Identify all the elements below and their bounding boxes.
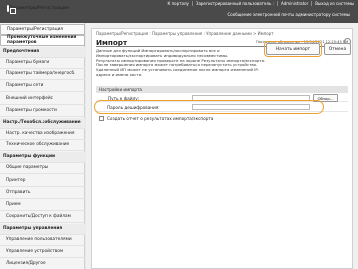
sidebar-item-user-management[interactable]: Управление пользователями <box>0 235 85 246</box>
sidebar-item-send[interactable]: Отправить <box>0 188 85 199</box>
sidebar-item-paper[interactable]: Параметры бумаги <box>0 58 85 69</box>
report-checkbox[interactable] <box>99 116 104 121</box>
sidebar-item-receive[interactable]: Прием <box>0 200 85 211</box>
sidebar-item-license-other[interactable]: Лицензия/Другое <box>0 259 85 269</box>
sidebar-section-function-settings: Параметры функции <box>0 152 85 163</box>
sidebar-section-management: Параметры управления <box>0 224 85 235</box>
sidebar-item-image-quality[interactable]: Настр. качества изображения <box>0 129 85 140</box>
password-highlight <box>94 100 324 114</box>
logout-link[interactable]: Выход из системы <box>311 1 354 6</box>
sidebar-section-preferences: Предпочтения <box>0 47 85 58</box>
app-brand: Параметры/Регистрация <box>7 5 69 12</box>
sidebar-section-adjustment: Настр./Техобсл.:обслуживание <box>0 118 85 129</box>
sidebar-item-interim-changes[interactable]: Промежуточные изменения параметров <box>0 35 85 46</box>
sidebar-item-volume[interactable]: Параметры громкости <box>0 106 85 117</box>
description: Данные для функций Импортировать/экспорт… <box>96 48 270 78</box>
sidebar-item-common[interactable]: Общие параметры <box>0 163 85 174</box>
description-line: адреса и имени хоста. <box>96 71 143 77</box>
sidebar-item-external-interface[interactable]: Внешний интерфейс <box>0 94 85 105</box>
sidebar-item-printer[interactable]: Принтер <box>0 176 85 187</box>
cancel-button[interactable]: Отмена <box>324 43 351 55</box>
sidebar-item-device-management[interactable]: Управление устройством <box>0 247 85 258</box>
start-import-highlight <box>264 41 322 57</box>
top-links: К порталу Зарегистрированный пользовател… <box>164 1 354 6</box>
logged-user-label: Зарегистрированный пользователь : <box>191 1 274 6</box>
sidebar: Параметры/Регистрация Промежуточные изме… <box>0 23 85 269</box>
sidebar-item-maintenance[interactable]: Техническое обслуживание <box>0 140 85 151</box>
sidebar-item-network[interactable]: Параметры сети <box>0 81 85 92</box>
sidebar-item-timer[interactable]: Параметры таймера/энергосб. <box>0 69 85 80</box>
app-title: Параметры/Регистрация <box>9 6 69 11</box>
breadcrumb: Параметры/Регистрация : Параметры управл… <box>96 31 274 36</box>
portal-link[interactable]: К порталу <box>164 1 188 6</box>
email-admin-link[interactable]: Сообщение электронной почты администрато… <box>228 12 351 17</box>
sidebar-item-settings-registration[interactable]: Параметры/Регистрация <box>0 24 85 35</box>
user-name: Administrator <box>277 1 308 6</box>
import-settings-header: Настройки импорта <box>96 86 348 93</box>
settings-app-icon <box>7 5 9 12</box>
sidebar-item-store-access-files[interactable]: Сохранить/Доступ к файлам <box>0 212 85 223</box>
report-checkbox-label: Создать отчет о результатах импорта/эксп… <box>107 116 214 121</box>
